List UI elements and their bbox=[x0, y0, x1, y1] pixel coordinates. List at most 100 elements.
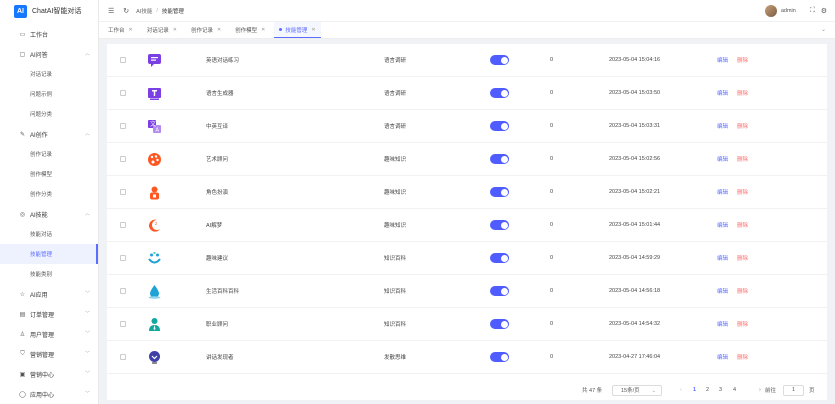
chevron-down-icon: ﹀ bbox=[84, 391, 90, 397]
sidebar-group[interactable]: ▤ 订单管理 ﹀ bbox=[0, 304, 98, 324]
prev-page-button[interactable]: ‹ bbox=[680, 387, 682, 393]
close-icon[interactable]: ✕ bbox=[261, 27, 265, 33]
page-size-select[interactable]: 15条/页 ⌄ bbox=[612, 384, 662, 396]
edit-button[interactable]: 编辑 bbox=[717, 287, 728, 295]
app-title: ChatAI智能对话 bbox=[32, 8, 82, 15]
row-checkbox[interactable] bbox=[120, 288, 126, 294]
sidebar-subitem[interactable]: 创作模型 bbox=[0, 164, 98, 184]
skill-name: 中英互译 bbox=[206, 124, 229, 130]
fullscreen-icon[interactable]: ⛶ bbox=[810, 7, 815, 15]
chevron-up-icon: ︿ bbox=[84, 51, 90, 57]
close-icon[interactable]: ✕ bbox=[311, 27, 315, 33]
gear-icon[interactable]: ⚙ bbox=[821, 7, 827, 15]
usage-count: 0 bbox=[550, 354, 554, 360]
status-toggle[interactable] bbox=[490, 121, 509, 131]
page-size-value: 15条/页 bbox=[621, 388, 640, 394]
shield-icon: ⛉ bbox=[20, 350, 25, 357]
user-name[interactable]: admin bbox=[781, 8, 796, 14]
row-checkbox[interactable] bbox=[120, 189, 126, 195]
delete-button[interactable]: 删除 bbox=[737, 155, 748, 163]
sidebar-group[interactable]: ▣ 营销中心 ﹀ bbox=[0, 364, 98, 384]
sidebar-group[interactable]: ♙ 用户管理 ﹀ bbox=[0, 324, 98, 344]
edit-button[interactable]: 编辑 bbox=[717, 122, 728, 130]
logo: AI ChatAI智能对话 bbox=[0, 0, 98, 22]
status-toggle[interactable] bbox=[490, 154, 509, 164]
edit-button[interactable]: 编辑 bbox=[717, 155, 728, 163]
delete-button[interactable]: 删除 bbox=[737, 56, 748, 64]
sidebar-group[interactable]: ◯ 应用中心 ﹀ bbox=[0, 384, 98, 404]
sidebar-subitem[interactable]: 创作分类 bbox=[0, 184, 98, 204]
close-icon[interactable]: ✕ bbox=[129, 27, 133, 33]
sidebar-item-label: 工作台 bbox=[30, 32, 49, 39]
chevron-down-icon[interactable]: ⌄ bbox=[821, 26, 826, 33]
sidebar-subitem[interactable]: 问题示例 bbox=[0, 84, 98, 104]
row-checkbox[interactable] bbox=[120, 255, 126, 261]
sidebar-subitem[interactable]: 技能管理 bbox=[0, 244, 98, 264]
status-toggle[interactable] bbox=[490, 220, 509, 230]
row-checkbox[interactable] bbox=[120, 321, 126, 327]
skill-category: 语言调研 bbox=[384, 124, 407, 130]
status-toggle[interactable] bbox=[490, 253, 509, 263]
edit-button[interactable]: 编辑 bbox=[717, 353, 728, 361]
status-toggle[interactable] bbox=[490, 352, 509, 362]
sidebar-group[interactable]: ⛉ 营销管理 ﹀ bbox=[0, 344, 98, 364]
goto-page-input[interactable]: 1 bbox=[783, 384, 804, 396]
tab[interactable]: 技能管理 ✕ bbox=[274, 22, 321, 38]
breadcrumb-item[interactable]: AI技能 bbox=[136, 7, 152, 15]
tab[interactable]: 创作模型 ✕ bbox=[230, 22, 270, 38]
edit-button[interactable]: 编辑 bbox=[717, 56, 728, 64]
delete-button[interactable]: 删除 bbox=[737, 254, 748, 262]
close-icon[interactable]: ✕ bbox=[217, 27, 221, 33]
delete-button[interactable]: 删除 bbox=[737, 122, 748, 130]
row-checkbox[interactable] bbox=[120, 222, 126, 228]
skill-name: AI解梦 bbox=[206, 223, 223, 229]
row-checkbox[interactable] bbox=[120, 156, 126, 162]
next-page-button[interactable]: › bbox=[759, 387, 761, 393]
menu-toggle-icon[interactable]: ☰ bbox=[108, 7, 114, 15]
sidebar-group[interactable]: ✎ AI创作 ︿ bbox=[0, 124, 98, 144]
delete-button[interactable]: 删除 bbox=[737, 353, 748, 361]
page-3[interactable]: 3 bbox=[719, 387, 722, 393]
sidebar-subitem[interactable]: 创作记录 bbox=[0, 144, 98, 164]
sidebar-group[interactable]: ☆ AI应用 ﹀ bbox=[0, 284, 98, 304]
edit-button[interactable]: 编辑 bbox=[717, 320, 728, 328]
sidebar-group[interactable]: ▢ AI问答 ︿ bbox=[0, 44, 98, 64]
page-1[interactable]: 1 bbox=[693, 387, 696, 393]
delete-button[interactable]: 删除 bbox=[737, 287, 748, 295]
tab[interactable]: 对话记录 ✕ bbox=[142, 22, 182, 38]
tab[interactable]: 工作台 ✕ bbox=[103, 22, 138, 38]
palette-icon bbox=[147, 152, 162, 167]
sidebar-subitem[interactable]: 问题分类 bbox=[0, 104, 98, 124]
sidebar-subitem[interactable]: 技能类别 bbox=[0, 264, 98, 284]
status-toggle[interactable] bbox=[490, 55, 509, 65]
page-2[interactable]: 2 bbox=[706, 387, 709, 393]
delete-button[interactable]: 删除 bbox=[737, 89, 748, 97]
status-toggle[interactable] bbox=[490, 88, 509, 98]
edit-button[interactable]: 编辑 bbox=[717, 221, 728, 229]
row-checkbox[interactable] bbox=[120, 57, 126, 63]
skill-name: 讲话发现者 bbox=[206, 355, 234, 361]
delete-button[interactable]: 删除 bbox=[737, 320, 748, 328]
status-toggle[interactable] bbox=[490, 286, 509, 296]
edit-button[interactable]: 编辑 bbox=[717, 188, 728, 196]
pen-icon: ✎ bbox=[19, 131, 26, 138]
sidebar-item[interactable]: ▭ 工作台 bbox=[0, 24, 98, 44]
delete-button[interactable]: 删除 bbox=[737, 188, 748, 196]
status-toggle[interactable] bbox=[490, 187, 509, 197]
page-4[interactable]: 4 bbox=[733, 387, 736, 393]
row-checkbox[interactable] bbox=[120, 123, 126, 129]
status-toggle[interactable] bbox=[490, 319, 509, 329]
row-checkbox[interactable] bbox=[120, 90, 126, 96]
edit-button[interactable]: 编辑 bbox=[717, 89, 728, 97]
sidebar-subitem[interactable]: 对话记录 bbox=[0, 64, 98, 84]
avatar[interactable] bbox=[764, 5, 777, 17]
close-icon[interactable]: ✕ bbox=[173, 27, 177, 33]
row-checkbox[interactable] bbox=[120, 354, 126, 360]
refresh-icon[interactable]: ↻ bbox=[123, 7, 129, 15]
edit-button[interactable]: 编辑 bbox=[717, 254, 728, 262]
table-row: z AI解梦 趣味知识 0 2023-05-04 15:01:44 编辑 删除 bbox=[107, 209, 827, 242]
tab[interactable]: 创作记录 ✕ bbox=[186, 22, 226, 38]
sidebar-subitem[interactable]: 技能对话 bbox=[0, 224, 98, 244]
sidebar-group[interactable]: ◎ AI技能 ︿ bbox=[0, 204, 98, 224]
delete-button[interactable]: 删除 bbox=[737, 221, 748, 229]
